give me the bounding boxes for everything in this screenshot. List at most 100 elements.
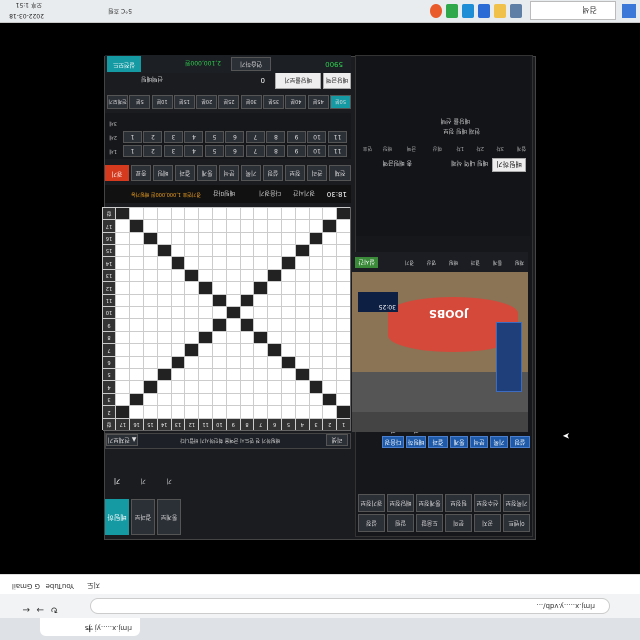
matrix-cell[interactable] xyxy=(129,206,143,220)
matrix-cell[interactable] xyxy=(322,293,337,306)
cat-tab-3[interactable]: 베팅 xyxy=(153,165,173,181)
matrix-cell[interactable] xyxy=(281,268,295,282)
matrix-cell[interactable] xyxy=(212,343,226,356)
matrix-cell[interactable] xyxy=(281,330,295,344)
number-button[interactable]: 6 xyxy=(225,131,245,143)
number-button[interactable]: 10 xyxy=(307,131,327,143)
matrix-cell[interactable] xyxy=(267,405,281,418)
matrix-cell[interactable] xyxy=(225,268,240,282)
matrix-cell[interactable] xyxy=(143,318,157,331)
matrix-cell[interactable] xyxy=(253,380,268,393)
matrix-cell[interactable] xyxy=(294,281,309,294)
matrix-cell[interactable] xyxy=(143,355,157,368)
matrix-cell[interactable] xyxy=(253,405,268,418)
matrix-cell[interactable] xyxy=(281,244,295,257)
matrix-cell[interactable] xyxy=(281,318,295,331)
matrix-cell[interactable] xyxy=(184,392,199,406)
photos-icon[interactable] xyxy=(462,4,474,18)
video-btn-6[interactable]: 배팅하기 xyxy=(406,426,426,448)
matrix-cell[interactable] xyxy=(225,330,240,344)
matrix-cell[interactable] xyxy=(336,306,350,319)
video-tab-live[interactable]: 실시간 xyxy=(355,257,378,268)
matrix-cell[interactable] xyxy=(281,368,295,381)
matrix-cell[interactable] xyxy=(294,405,309,418)
odds-view-button[interactable]: 배당률보기 xyxy=(275,71,321,89)
matrix-cell[interactable] xyxy=(198,256,212,269)
matrix-cell[interactable] xyxy=(253,256,268,269)
matrix-cell[interactable] xyxy=(115,281,130,294)
matrix-cell[interactable] xyxy=(267,392,281,406)
task-view-icon[interactable] xyxy=(510,4,522,18)
matrix-cell[interactable] xyxy=(212,231,226,244)
taskbar-search-box[interactable]: 검색 xyxy=(530,1,616,20)
matrix-cell[interactable] xyxy=(253,268,268,282)
matrix-cell[interactable] xyxy=(253,231,268,244)
cat-tab-5[interactable]: 통계 xyxy=(197,165,217,181)
matrix-cell[interactable] xyxy=(322,343,337,356)
matrix-cell[interactable] xyxy=(336,343,350,356)
matrix-cell[interactable] xyxy=(336,330,350,344)
matrix-cell[interactable] xyxy=(239,219,254,232)
number-button[interactable]: 9 xyxy=(287,145,306,157)
number-button[interactable]: 8 xyxy=(266,145,286,157)
tab-stats[interactable]: 통계보기 xyxy=(157,477,181,535)
matrix-cell[interactable] xyxy=(253,318,268,331)
video-btn-2[interactable]: 기록 xyxy=(490,436,508,448)
matrix-cell[interactable] xyxy=(225,405,240,418)
matrix-cell[interactable] xyxy=(322,256,337,269)
bottom-btn-1[interactable]: 이벤트 xyxy=(503,514,530,532)
odds-button[interactable]: 45분 xyxy=(307,95,329,109)
matrix-cell[interactable] xyxy=(184,206,199,220)
matrix-cell[interactable] xyxy=(239,206,254,220)
video-tab-4[interactable]: 배팅 xyxy=(449,259,458,266)
matrix-cell[interactable] xyxy=(156,392,171,406)
matrix-cell[interactable] xyxy=(253,355,268,368)
matrix-cell[interactable] xyxy=(184,256,199,269)
matrix-cell[interactable] xyxy=(115,368,130,381)
chrome-icon[interactable] xyxy=(430,4,442,18)
matrix-cell[interactable] xyxy=(198,343,212,356)
matrix-cell[interactable] xyxy=(267,318,281,331)
matrix-cell[interactable] xyxy=(143,306,157,319)
tab-betting[interactable]: 베팅하기 xyxy=(105,477,129,535)
matrix-cell[interactable] xyxy=(239,306,254,319)
bottom-btn-9[interactable]: 팀정보 xyxy=(445,494,472,512)
cat-tab-6[interactable]: 분석 xyxy=(219,165,239,181)
matrix-cell[interactable] xyxy=(184,219,199,232)
matrix-cell[interactable] xyxy=(198,206,212,220)
matrix-cell[interactable] xyxy=(115,244,130,257)
mail-icon[interactable] xyxy=(478,4,490,18)
matrix-cell[interactable] xyxy=(322,206,337,220)
file-explorer-icon[interactable] xyxy=(494,4,506,18)
matrix-cell[interactable] xyxy=(267,330,281,344)
matrix-cell[interactable] xyxy=(281,306,295,319)
matrix-cell[interactable] xyxy=(184,306,199,319)
matrix-cell[interactable] xyxy=(212,206,226,220)
matrix-cell[interactable] xyxy=(170,405,185,418)
matrix-cell[interactable] xyxy=(239,256,254,269)
matrix-cell[interactable] xyxy=(184,281,199,294)
matrix-cell[interactable] xyxy=(294,330,309,344)
odds-button[interactable]: 20분 xyxy=(196,95,218,109)
matrix-cell[interactable] xyxy=(336,231,350,244)
matrix-cell[interactable] xyxy=(294,293,309,306)
video-btn-5[interactable]: 결과 xyxy=(428,436,448,448)
matrix-cell[interactable] xyxy=(225,368,240,381)
odds-button[interactable]: 40분 xyxy=(285,95,307,109)
matrix-cell[interactable] xyxy=(225,256,240,269)
matrix-cell[interactable] xyxy=(143,219,157,232)
matrix-cell[interactable] xyxy=(322,355,337,368)
matrix-cell[interactable] xyxy=(143,405,157,418)
matrix-cell[interactable] xyxy=(308,318,323,331)
video-tab-2[interactable]: 통계 xyxy=(493,259,502,266)
matrix-cell[interactable] xyxy=(198,268,212,282)
matrix-cell[interactable] xyxy=(129,231,143,244)
cat-tab-11[interactable]: 전체 xyxy=(329,165,351,181)
number-button[interactable]: 10 xyxy=(307,145,327,157)
matrix-cell[interactable] xyxy=(267,368,281,381)
matrix-cell[interactable] xyxy=(156,380,171,393)
matrix-cell[interactable] xyxy=(156,293,171,306)
matrix-cell[interactable] xyxy=(322,231,337,244)
matrix-cell[interactable] xyxy=(170,219,185,232)
matrix-cell[interactable] xyxy=(239,268,254,282)
